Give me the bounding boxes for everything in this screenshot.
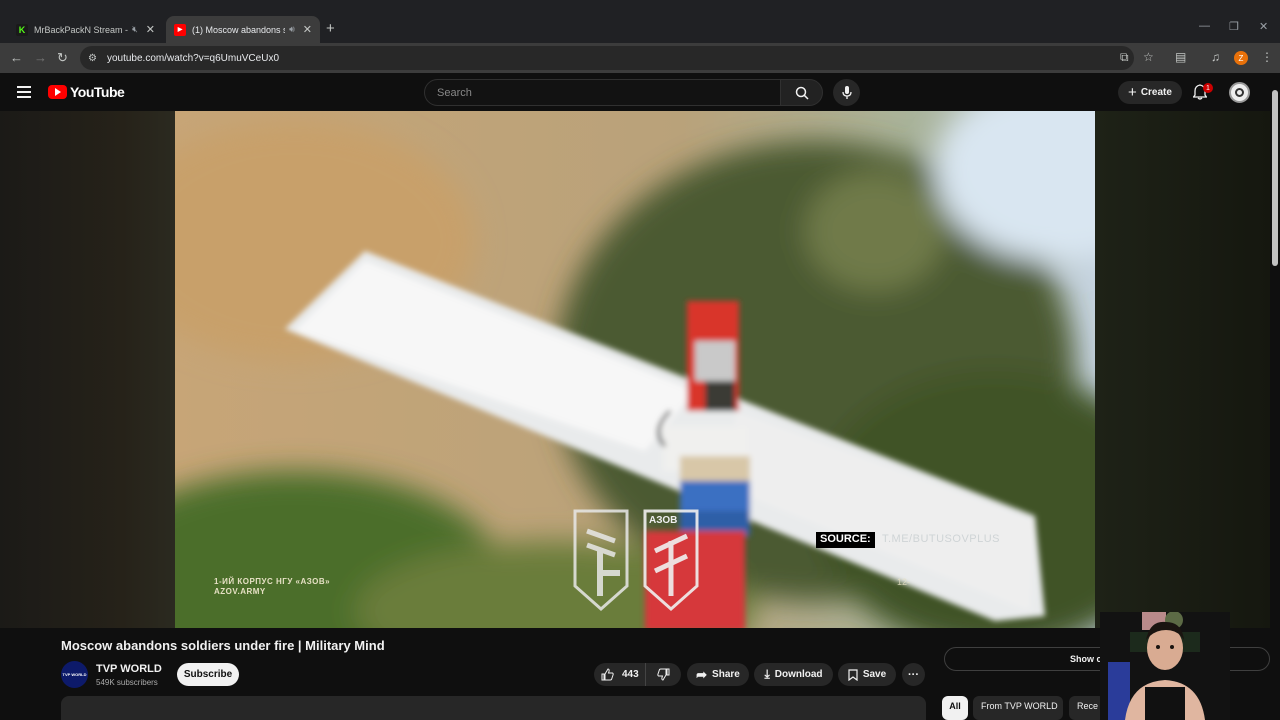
like-button[interactable]: 443	[594, 663, 646, 686]
more-actions-button[interactable]: ···	[902, 663, 925, 686]
chip-from-channel[interactable]: From TVP WORLD	[973, 696, 1063, 720]
search-button[interactable]	[780, 79, 823, 106]
video-caption-line2: AZOV.ARMY	[214, 587, 266, 596]
search-input[interactable]	[435, 85, 780, 100]
tab-youtube-video[interactable]: ▶ (1) Moscow abandons soldi 🔊︎ ✕	[166, 16, 320, 43]
chip-all[interactable]: All	[942, 696, 968, 720]
channel-name[interactable]: TVP WORLD	[96, 663, 162, 675]
guide-menu-icon[interactable]	[17, 86, 31, 98]
youtube-favicon-icon: ▶	[174, 23, 186, 36]
thumbs-up-icon	[601, 668, 614, 681]
thumbs-down-icon	[657, 668, 670, 681]
tab-title: MrBackPackN Stream - Wa	[34, 24, 129, 35]
notification-count-badge: 1	[1203, 83, 1213, 93]
streamer-webcam-overlay	[1100, 612, 1230, 720]
media-control-icon[interactable]: ♫	[1211, 50, 1220, 64]
video-source-label: SOURCE:	[816, 532, 875, 548]
svg-text:12-: 12-	[897, 577, 910, 587]
close-tab-icon[interactable]: ✕	[146, 23, 155, 36]
video-player[interactable]: АЗОВ 12-	[175, 111, 1095, 628]
youtube-logo[interactable]: YouTube	[48, 84, 125, 100]
install-app-icon[interactable]: ⧉	[1120, 50, 1129, 65]
channel-avatar[interactable]: TVP WORLD	[61, 661, 88, 688]
microphone-icon	[841, 85, 852, 99]
emblem-text: АЗОВ	[649, 515, 677, 526]
reading-mode-icon[interactable]: ▤	[1175, 50, 1186, 64]
forward-icon[interactable]: →	[34, 50, 47, 65]
logo-text: YouTube	[70, 84, 125, 100]
audio-playing-icon[interactable]: 🔊︎	[289, 24, 295, 35]
plus-icon: +	[1128, 84, 1137, 101]
profile-avatar-icon[interactable]: Z	[1234, 51, 1248, 65]
account-avatar[interactable]	[1229, 82, 1250, 103]
close-tab-icon[interactable]: ✕	[303, 23, 312, 36]
bookmark-star-icon[interactable]: ☆	[1143, 50, 1154, 64]
ambient-background-right	[1095, 111, 1270, 628]
video-source-link: T.ME/BUTUSOVPLUS	[882, 533, 1001, 545]
address-bar[interactable]: ⚙ youtube.com/watch?v=q6UmuVCeUx0	[80, 46, 1134, 70]
share-arrow-icon: ➦	[696, 666, 708, 682]
close-window-icon[interactable]: ✕	[1259, 20, 1268, 33]
subscribe-button[interactable]: Subscribe	[177, 663, 239, 686]
reload-icon[interactable]: ↻	[57, 50, 68, 66]
site-info-icon[interactable]: ⚙	[88, 53, 97, 64]
share-button[interactable]: ➦ Share	[687, 663, 749, 686]
youtube-play-logo-icon	[48, 85, 67, 99]
video-caption-line1: 1-ИЙ КОРПУС НГУ «АЗОВ»	[214, 577, 331, 586]
video-frame-image: АЗОВ 12-	[175, 111, 1095, 628]
share-label: Share	[712, 669, 740, 680]
save-button[interactable]: Save	[838, 663, 896, 686]
tab-title: (1) Moscow abandons soldi	[192, 24, 285, 35]
video-caption: 1-ИЙ КОРПУС НГУ «АЗОВ» AZOV.ARMY	[214, 577, 330, 597]
minimize-window-icon[interactable]: —	[1199, 20, 1210, 32]
video-title: Moscow abandons soldiers under fire | Mi…	[61, 638, 385, 653]
streamer-image	[1100, 612, 1230, 720]
scrollbar-thumb[interactable]	[1272, 90, 1278, 266]
bookmark-icon	[848, 668, 858, 681]
muted-audio-icon[interactable]: 🔇︎	[132, 24, 138, 35]
maximize-window-icon[interactable]: ❐	[1229, 20, 1239, 33]
voice-search-button[interactable]	[833, 79, 860, 106]
url-text: youtube.com/watch?v=q6UmuVCeUx0	[106, 52, 279, 64]
browser-menu-icon[interactable]: ⋮	[1261, 50, 1273, 64]
download-label: Download	[774, 669, 823, 680]
dislike-button[interactable]	[646, 668, 681, 681]
ambient-background-left	[0, 111, 175, 628]
subscriber-count: 549K subscribers	[96, 678, 158, 687]
new-tab-button[interactable]: +	[326, 20, 335, 37]
like-dislike-group: 443	[594, 663, 681, 686]
back-icon[interactable]: ←	[10, 50, 23, 65]
tab-mrbackpackn-stream[interactable]: K MrBackPackN Stream - Wa 🔇︎ ✕	[8, 16, 163, 43]
search-icon	[795, 86, 809, 100]
download-button[interactable]: ⤓ Download	[754, 663, 833, 686]
create-label: Create	[1140, 87, 1172, 98]
kick-favicon-icon: K	[16, 23, 28, 36]
search-box[interactable]	[424, 79, 781, 106]
create-button[interactable]: + Create	[1118, 81, 1182, 104]
save-label: Save	[862, 669, 887, 680]
like-count: 443	[622, 669, 639, 680]
download-icon: ⤓	[764, 667, 770, 681]
description-box[interactable]	[61, 696, 926, 720]
